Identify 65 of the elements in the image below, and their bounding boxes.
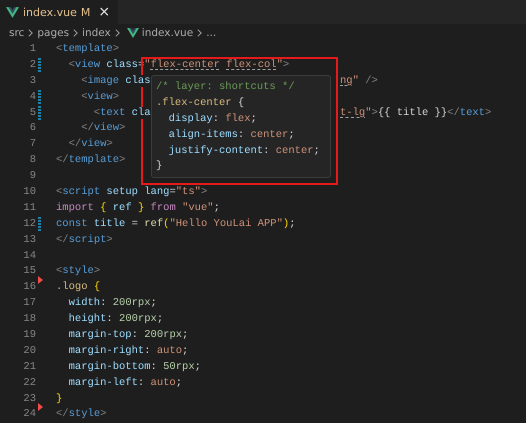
code-line: </view> — [80, 122, 126, 134]
chevron-icon — [114, 28, 121, 38]
code-line: margin-left: auto; — [68, 376, 182, 389]
code-line: margin-top: 200rpx; — [68, 328, 188, 341]
code-line: <template> — [56, 42, 120, 55]
chevron-icon — [27, 28, 34, 38]
vue-logo-icon — [126, 28, 139, 38]
breadcrumb-item[interactable]: index — [82, 26, 111, 38]
code-line: width: 200rpx; — [68, 297, 157, 310]
line-number: 19 — [22, 328, 36, 341]
code-line: <view> — [80, 90, 120, 103]
vue-logo-icon — [6, 6, 19, 18]
code-line: height: 200rpx; — [68, 313, 164, 326]
line-number: 17 — [22, 297, 36, 310]
code-line: margin-bottom: 50rpx; — [68, 360, 201, 373]
line-number: 6 — [28, 122, 36, 134]
close-button[interactable]: × — [98, 4, 110, 20]
line-number: 20 — [22, 344, 36, 357]
tooltip-code-line: } — [156, 160, 162, 172]
line-number: 2 — [28, 58, 36, 71]
tooltip-code-line: display: flex; — [168, 112, 257, 125]
line-number: 12 — [22, 218, 36, 230]
tooltip-code-line: .flex-center { — [156, 96, 244, 109]
line-number: 10 — [22, 186, 36, 198]
code-line: const title = ref("Hello YouLai APP"); — [56, 218, 296, 230]
line-number: 1 — [28, 42, 36, 55]
status-letter: M — [80, 6, 90, 18]
code-line: </view> — [68, 138, 113, 150]
code-line: <style> — [56, 265, 100, 278]
code-line: margin-right: auto; — [68, 344, 188, 357]
line-number: 21 — [22, 360, 36, 373]
code-line: <script setup lang="ts"> — [56, 186, 208, 198]
tooltip-code-line: /* layer: shortcuts */ — [156, 80, 295, 93]
line-number: 7 — [28, 138, 36, 150]
line-number: 22 — [22, 376, 36, 389]
code-line: </script> — [56, 234, 113, 246]
line-number: 13 — [22, 234, 36, 246]
line-number: 4 — [28, 90, 36, 103]
line-number: 23 — [22, 392, 36, 405]
line-number: 5 — [28, 106, 36, 118]
line-number: 8 — [28, 154, 36, 166]
code-line: .logo { — [56, 281, 100, 294]
breadcrumb-item[interactable]: src — [9, 26, 24, 38]
breadcrumb-item[interactable]: index.vue — [142, 26, 194, 38]
breadcrumb-more[interactable]: ... — [206, 26, 216, 38]
code-line: } — [56, 392, 62, 405]
line-number: 3 — [28, 74, 36, 87]
code-line: ng" /> — [340, 74, 378, 87]
line-number: 14 — [22, 250, 36, 262]
breadcrumb-item[interactable]: pages — [37, 26, 70, 38]
line-number: 16 — [22, 281, 36, 294]
tooltip-code-line: justify-content: center; — [168, 144, 320, 156]
tooltip-code-line: align-items: center; — [168, 128, 295, 141]
chevron-icon — [72, 28, 80, 38]
line-number: 15 — [22, 265, 36, 278]
code-line: </style> — [56, 408, 106, 420]
editor-tab[interactable]: index.vue M × — [0, 0, 118, 24]
code-line: import { ref } from "vue"; — [56, 202, 220, 214]
line-number: 9 — [28, 170, 36, 182]
line-number: 18 — [22, 313, 36, 326]
line-number: 11 — [22, 202, 36, 214]
chevron-icon — [196, 28, 204, 38]
code-line: </template> — [56, 154, 126, 166]
line-number: 24 — [22, 408, 36, 420]
code-line: t-lg">{{ title }}</text> — [340, 106, 492, 118]
